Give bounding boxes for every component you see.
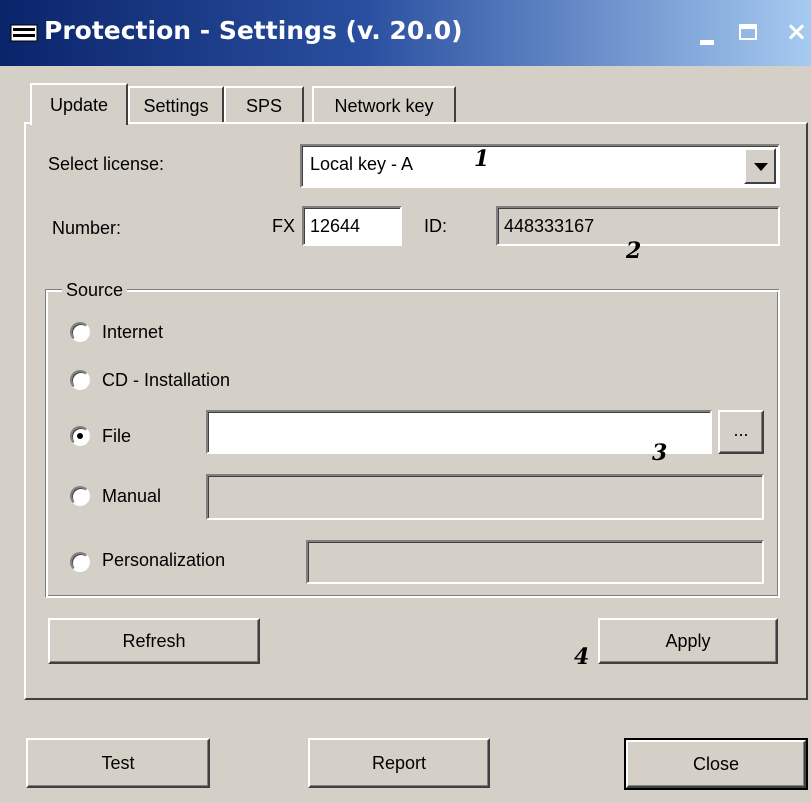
- license-select-value: Local key - A: [310, 154, 414, 174]
- test-button[interactable]: Test: [26, 738, 210, 788]
- tab-label: Update: [49, 95, 109, 115]
- radio-selected-dot: [77, 433, 83, 439]
- radio-internet-label[interactable]: Internet: [102, 322, 163, 343]
- fx-number-field[interactable]: 12644: [302, 206, 402, 246]
- refresh-button[interactable]: Refresh: [48, 618, 260, 664]
- radio-file-label[interactable]: File: [102, 426, 131, 447]
- report-button-label: Report: [371, 753, 427, 773]
- report-button[interactable]: Report: [308, 738, 490, 788]
- personalization-field[interactable]: [306, 540, 764, 584]
- close-button[interactable]: Close: [624, 738, 808, 790]
- license-select[interactable]: Local key - A: [300, 144, 780, 188]
- radio-internet[interactable]: [70, 322, 90, 342]
- radio-manual[interactable]: [70, 486, 90, 506]
- test-button-label: Test: [101, 753, 135, 773]
- tab-label: Settings: [143, 96, 209, 116]
- source-group-title: Source: [62, 280, 128, 301]
- maximize-button[interactable]: [735, 18, 765, 48]
- minimize-icon: [700, 40, 714, 45]
- radio-personalization-label[interactable]: Personalization: [102, 550, 225, 571]
- close-icon: ×: [785, 17, 808, 47]
- tab-label: Network key: [334, 96, 434, 116]
- number-label: Number:: [52, 218, 122, 238]
- apply-button[interactable]: Apply: [598, 618, 778, 664]
- annotation-1: 1: [474, 146, 490, 172]
- fx-prefix: FX: [272, 216, 296, 236]
- minimize-button[interactable]: [694, 18, 722, 48]
- annotation-3: 3: [652, 440, 668, 466]
- app-icon: [10, 24, 38, 42]
- select-license-label: Select license:: [48, 154, 165, 174]
- license-dropdown-button[interactable]: [744, 148, 776, 184]
- browse-button[interactable]: ...: [718, 410, 764, 454]
- radio-file[interactable]: [70, 426, 90, 446]
- tab-settings[interactable]: Settings: [128, 86, 224, 122]
- maximize-icon: [739, 24, 757, 40]
- manual-field[interactable]: [206, 474, 764, 520]
- radio-manual-label[interactable]: Manual: [102, 486, 161, 507]
- tab-network-key[interactable]: Network key: [312, 86, 456, 122]
- radio-cd-installation-label[interactable]: CD - Installation: [102, 370, 230, 391]
- title-bar: Protection - Settings (v. 20.0) ×: [0, 0, 811, 66]
- radio-cd-installation[interactable]: [70, 370, 90, 390]
- file-path-field[interactable]: [206, 410, 712, 454]
- id-label: ID:: [424, 216, 448, 236]
- browse-button-label: ...: [733, 420, 749, 440]
- tab-label: SPS: [245, 96, 283, 116]
- close-button-label: Close: [692, 754, 740, 774]
- annotation-2: 2: [626, 238, 642, 264]
- tab-sps[interactable]: SPS: [224, 86, 304, 122]
- chevron-down-icon: [754, 163, 768, 171]
- apply-button-label: Apply: [665, 631, 711, 651]
- close-window-button[interactable]: ×: [782, 18, 811, 48]
- annotation-4: 4: [574, 644, 590, 670]
- window-title: Protection - Settings (v. 20.0): [44, 16, 463, 45]
- refresh-button-label: Refresh: [122, 631, 186, 651]
- radio-personalization[interactable]: [70, 552, 90, 572]
- tab-update[interactable]: Update: [30, 83, 128, 125]
